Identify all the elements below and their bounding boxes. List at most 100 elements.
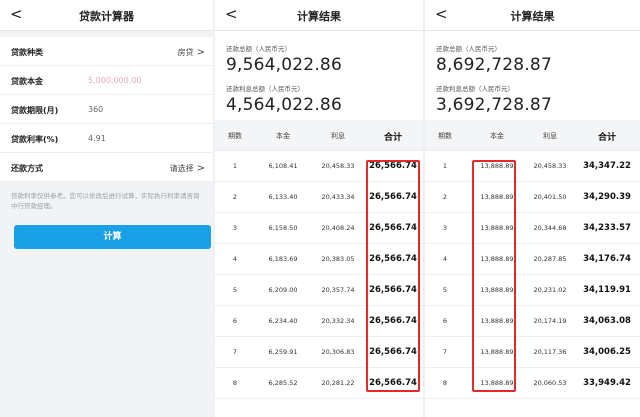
- total-column-highlight: [366, 160, 420, 392]
- table-row: 2 13,888.89 20,401.50 34,290.39: [425, 182, 640, 213]
- repayment-method-select[interactable]: 请选择 >: [170, 163, 205, 174]
- repayment-method-placeholder: 请选择: [169, 164, 194, 173]
- period-cell: 5: [232, 286, 238, 294]
- table-row: 5 13,888.89 20,231.02 34,119.91: [425, 275, 640, 306]
- col-period: 期数: [438, 132, 452, 140]
- interest-cell: 20,332.34: [321, 317, 355, 325]
- chevron-right-icon: >: [196, 47, 205, 58]
- col-total: 合计: [597, 133, 616, 143]
- period-cell: 4: [232, 255, 238, 263]
- principal-cell: 6,108.41: [268, 162, 298, 170]
- interest-cell: 20,433.34: [321, 193, 355, 201]
- col-period: 期数: [228, 132, 242, 140]
- period-cell: 6: [442, 317, 448, 325]
- result-nav-bar: < 计算结果: [215, 0, 423, 31]
- loan-term-label: 贷款期限(月): [11, 106, 59, 115]
- repayment-method-row[interactable]: 还款方式 请选择 >: [0, 153, 213, 182]
- period-cell: 3: [232, 224, 238, 232]
- total-interest-label: 还款利息总额（人民币元）: [436, 85, 514, 93]
- interest-cell: 20,306.83: [321, 348, 355, 356]
- total-cell: 34,006.25: [583, 347, 631, 357]
- table-body: 1 13,888.89 20,458.33 34,347.22 2 13,888.89 20…: [425, 151, 640, 399]
- schedule-table: 期数 本金 利息 合计 1 13,888.89 20,458.33 34,347.22…: [425, 120, 640, 399]
- loan-type-value: 房贷: [177, 48, 194, 57]
- loan-type-label: 贷款种类: [11, 48, 43, 57]
- interest-cell: 20,357.74: [321, 286, 355, 294]
- interest-cell: 20,117.36: [533, 348, 567, 356]
- calculate-button[interactable]: 计算: [14, 225, 211, 249]
- col-interest: 利息: [331, 132, 345, 140]
- period-cell: 1: [442, 162, 448, 170]
- table-row: 6 13,888.89 20,174.19 34,063.08: [425, 306, 640, 337]
- col-interest: 利息: [543, 132, 557, 140]
- schedule-table: 期数 本金 利息 合计 1 6,108.41 20,458.33 26,566.74 2…: [215, 120, 423, 399]
- total-repayment-label: 还款总额（人民币元）: [436, 45, 501, 53]
- interest-cell: 20,281.22: [321, 379, 355, 387]
- loan-rate-input[interactable]: 4.91: [88, 134, 106, 143]
- table-header: 期数 本金 利息 合计: [425, 120, 640, 151]
- col-principal: 本金: [276, 132, 290, 140]
- interest-cell: 20,060.53: [533, 379, 567, 387]
- interest-cell: 20,458.33: [533, 162, 567, 170]
- repayment-method-label: 还款方式: [11, 164, 43, 173]
- interest-cell: 20,408.24: [321, 224, 355, 232]
- total-repayment-value: 9,564,022.86: [226, 55, 342, 75]
- total-cell: 34,119.91: [583, 285, 631, 295]
- period-cell: 8: [232, 379, 238, 387]
- result-panel-equal-installment: < 计算结果 还款总额（人民币元） 9,564,022.86 还款利息总额（人民…: [215, 0, 423, 417]
- total-repayment-label: 还款总额（人民币元）: [226, 45, 291, 53]
- period-cell: 8: [442, 379, 448, 387]
- result-title: 计算结果: [510, 10, 555, 23]
- loan-principal-row: 贷款本金 5,000,000.00: [0, 66, 213, 95]
- table-row: 1 13,888.89 20,458.33 34,347.22: [425, 151, 640, 182]
- interest-cell: 20,401.50: [533, 193, 567, 201]
- table-row: 3 13,888.89 20,344.68 34,233.57: [425, 213, 640, 244]
- interest-cell: 20,231.02: [533, 286, 567, 294]
- principal-cell: 6,133.40: [268, 193, 298, 201]
- interest-cell: 20,174.19: [533, 317, 567, 325]
- col-total: 合计: [383, 133, 402, 143]
- total-cell: 34,176.74: [583, 254, 631, 264]
- loan-type-select[interactable]: 房贷 >: [178, 47, 205, 58]
- interest-cell: 20,458.33: [321, 162, 355, 170]
- principal-cell: 6,209.00: [268, 286, 298, 294]
- table-header: 期数 本金 利息 合计: [215, 120, 423, 151]
- interest-cell: 20,383.05: [321, 255, 355, 263]
- table-row: 8 13,888.89 20,060.53 33,949.42: [425, 368, 640, 399]
- loan-term-input[interactable]: 360: [88, 105, 103, 114]
- result-title: 计算结果: [297, 10, 341, 23]
- loan-calculator-panel: < 贷款计算器 贷款种类 房贷 > 贷款本金 5,000,000.00 贷款期限(…: [0, 0, 213, 417]
- total-cell: 33,949.42: [583, 378, 631, 388]
- table-row: 7 13,888.89 20,117.36 34,006.25: [425, 337, 640, 368]
- period-cell: 6: [232, 317, 238, 325]
- period-cell: 2: [442, 193, 448, 201]
- principal-column-highlight: [472, 160, 516, 392]
- rate-disclaimer: 贷款利率仅供参考。您可以修改后进行试算，实际执行利率请咨询中行贷款经理。: [11, 192, 200, 210]
- interest-cell: 20,287.85: [533, 255, 567, 263]
- period-cell: 1: [232, 162, 238, 170]
- interest-cell: 20,344.68: [533, 224, 567, 232]
- total-cell: 34,290.39: [583, 192, 631, 202]
- calculator-nav-bar: < 贷款计算器: [0, 0, 213, 31]
- chevron-right-icon: >: [196, 163, 205, 174]
- period-cell: 5: [442, 286, 448, 294]
- loan-type-row[interactable]: 贷款种类 房贷 >: [0, 37, 213, 66]
- result-summary: 还款总额（人民币元） 8,692,728.87 还款利息总额（人民币元） 3,6…: [425, 31, 640, 131]
- table-row: 4 13,888.89 20,287.85 34,176.74: [425, 244, 640, 275]
- loan-rate-label: 贷款利率(%): [11, 135, 59, 144]
- calculator-title: 贷款计算器: [79, 10, 134, 23]
- period-cell: 7: [442, 348, 448, 356]
- result-panel-equal-principal: < 计算结果 还款总额（人民币元） 8,692,728.87 还款利息总额（人民…: [425, 0, 640, 417]
- principal-cell: 6,183.69: [268, 255, 298, 263]
- loan-rate-row: 贷款利率(%) 4.91: [0, 124, 213, 153]
- period-cell: 7: [232, 348, 238, 356]
- total-interest-value: 4,564,022.86: [226, 95, 342, 115]
- principal-cell: 6,285.52: [268, 379, 298, 387]
- col-principal: 本金: [490, 132, 504, 140]
- total-cell: 34,233.57: [583, 223, 631, 233]
- period-cell: 3: [442, 224, 448, 232]
- loan-principal-input[interactable]: 5,000,000.00: [88, 76, 141, 85]
- period-cell: 4: [442, 255, 448, 263]
- total-interest-label: 还款利息总额（人民币元）: [226, 85, 304, 93]
- principal-cell: 6,234.40: [268, 317, 298, 325]
